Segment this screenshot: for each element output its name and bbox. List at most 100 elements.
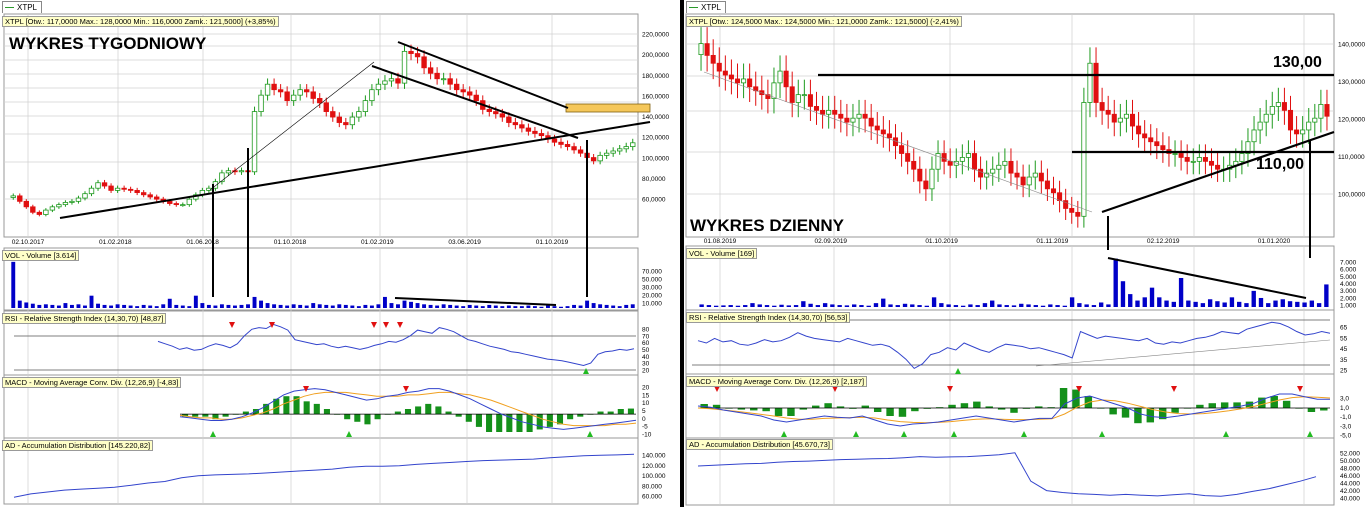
- volume-bar: [1149, 287, 1155, 307]
- candle-body: [1178, 153, 1184, 158]
- price-caption: XTPL [Otw.: 117,0000 Max.: 128,0000 Min.…: [2, 16, 279, 27]
- volume-bar: [743, 305, 748, 307]
- candle-body: [258, 94, 264, 112]
- volume-bar: [1287, 301, 1293, 307]
- candle-body: [62, 202, 69, 206]
- volume-bar: [808, 303, 813, 307]
- x-tick-label: 02.10.2017: [12, 239, 45, 246]
- chart-tab-right[interactable]: XTPL: [686, 1, 727, 13]
- candle-body: [323, 102, 329, 112]
- candle-body: [114, 187, 121, 191]
- daily-chart-canvas: 140,0000 130,0000 120,0000 110,0000 100,0000…: [685, 13, 1365, 506]
- histogram-bar: [435, 406, 442, 415]
- price-caption: XTPL [Otw.: 124,5000 Max.: 124,5000 Min.…: [686, 16, 962, 27]
- volume-bar: [239, 304, 244, 308]
- candle-body: [1190, 160, 1196, 163]
- candle-body: [440, 78, 447, 81]
- y-tick-label: 44.000: [1340, 481, 1360, 488]
- candle-body: [519, 124, 525, 129]
- candle-body: [69, 200, 75, 203]
- volume-bar: [37, 304, 42, 308]
- volume-bar: [1324, 284, 1329, 307]
- x-tick-label: 01.11.2019: [1036, 238, 1068, 245]
- volume-bar: [1106, 304, 1111, 307]
- candle-body: [610, 150, 616, 154]
- y-tick-label: 60.000: [642, 494, 662, 501]
- histogram-bar: [415, 406, 422, 415]
- chart-tab-left[interactable]: XTPL: [2, 1, 43, 13]
- candle-body: [1050, 188, 1057, 194]
- volume-bar: [396, 304, 400, 308]
- x-tick-label: 01.06.2018: [186, 239, 219, 246]
- volume-bar: [493, 305, 498, 308]
- candle-body: [1154, 141, 1160, 147]
- histogram-bar: [465, 414, 472, 422]
- volume-bar: [1302, 302, 1307, 307]
- candle-body: [317, 98, 323, 104]
- volume-bar: [598, 304, 603, 308]
- candle-body: [1111, 113, 1117, 123]
- volume-bar: [141, 304, 146, 308]
- candle-body: [493, 111, 499, 115]
- y-tick-label: 110,0000: [1338, 154, 1365, 161]
- y-tick-label: 52.000: [1340, 451, 1360, 458]
- volume-bar: [76, 304, 81, 308]
- y-tick-label: 55: [1340, 335, 1348, 342]
- candle-body: [630, 142, 636, 148]
- candle-body: [911, 160, 917, 170]
- y-tick-label: 1.000: [1340, 303, 1357, 310]
- volume-bar: [122, 304, 127, 308]
- x-tick-label: 02.09.2019: [815, 238, 848, 245]
- candle-body: [1208, 160, 1215, 166]
- volume-bar: [1055, 305, 1060, 307]
- candle-body: [538, 133, 545, 137]
- volume-bar: [454, 305, 459, 308]
- volume-bar: [461, 306, 466, 308]
- volume-bar: [968, 304, 973, 307]
- volume-bar: [1258, 297, 1264, 307]
- histogram-bar: [313, 403, 320, 415]
- candle-body: [1075, 211, 1081, 217]
- histogram-bar: [1121, 408, 1130, 418]
- candle-body: [1099, 102, 1105, 111]
- candle-body: [75, 197, 82, 202]
- volume-bar: [1193, 301, 1198, 307]
- candle-body: [30, 206, 36, 213]
- candle-body: [447, 78, 453, 85]
- volume-bar: [852, 304, 857, 307]
- volume-bar: [128, 305, 133, 308]
- volume-bar: [539, 306, 544, 308]
- volume-bar: [1215, 301, 1220, 307]
- candle-body: [43, 209, 49, 215]
- resistance-level-label: 130,00: [1273, 54, 1322, 71]
- y-tick-label: 46.000: [1340, 473, 1360, 480]
- macd-caption: MACD - Moving Average Conv. Div. (12,26,…: [2, 377, 182, 388]
- histogram-bar: [486, 414, 493, 432]
- volume-bar: [706, 305, 712, 307]
- x-tick-label: 02.12.2019: [1147, 238, 1180, 245]
- volume-bar: [1084, 304, 1089, 307]
- volume-bar: [975, 305, 980, 307]
- candle-body: [49, 206, 56, 211]
- volume-bar: [917, 305, 922, 307]
- volume-bar: [1157, 297, 1162, 307]
- volume-bar: [519, 306, 524, 308]
- volume-bar: [167, 298, 172, 308]
- volume-caption: VOL - Volume [3.614]: [2, 250, 80, 261]
- volume-bar: [448, 304, 453, 308]
- y-tick-label: 100,0000: [642, 155, 669, 162]
- candle-body: [941, 153, 947, 162]
- candle-body: [551, 138, 558, 143]
- y-tick-label: 15: [642, 392, 650, 399]
- candle-body: [747, 78, 753, 88]
- histogram-bar: [824, 403, 832, 408]
- candle-body: [1312, 117, 1318, 123]
- candle-body: [1172, 153, 1178, 155]
- volume-bar: [1244, 303, 1249, 307]
- volume-bar: [1207, 299, 1213, 307]
- candle-body: [1148, 137, 1154, 143]
- volume-bar: [1142, 297, 1147, 307]
- candle-body: [850, 117, 856, 123]
- candle-body: [771, 82, 777, 99]
- candle-body: [453, 83, 460, 91]
